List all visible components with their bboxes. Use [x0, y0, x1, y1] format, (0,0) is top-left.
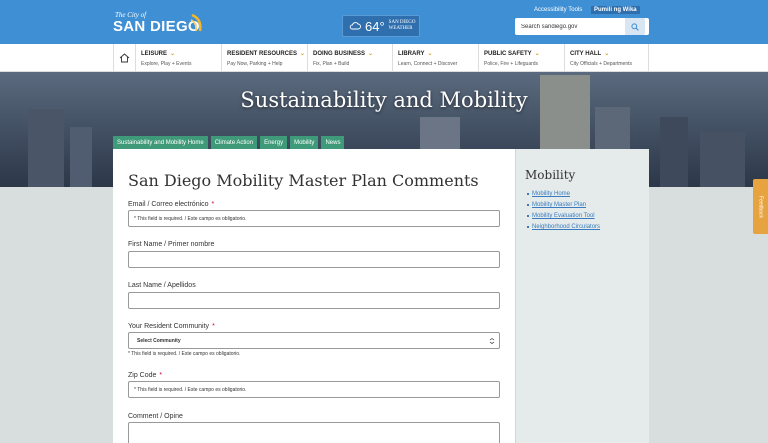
language-select[interactable]: Pumili ng Wika [591, 6, 640, 14]
sidebar: Mobility Mobility Home Mobility Master P… [515, 149, 649, 443]
search-button[interactable] [625, 18, 645, 35]
nav-item-resident-resources[interactable]: RESIDENT RESOURCES ⌄ Pay Now, Parking + H… [222, 44, 308, 72]
home-icon [119, 53, 130, 63]
search-icon [631, 22, 639, 31]
search-input[interactable] [515, 19, 625, 34]
home-button[interactable] [113, 44, 136, 72]
tab-energy[interactable]: Energy [260, 136, 288, 149]
community-label-text: Your Resident Community [128, 323, 210, 330]
logo-big-text: SAN DIEGO [113, 18, 200, 35]
hero-title: Sustainability and Mobility [240, 88, 528, 112]
required-marker: * [159, 372, 163, 379]
sidebar-link-neighborhood-circulators[interactable]: Neighborhood Circulators [527, 224, 600, 230]
nav-item-subtitle: Police, Fire + Lifeguards [484, 61, 539, 67]
community-label: Your Resident Community * [128, 323, 215, 330]
last-name-label: Last Name / Apellidos [128, 282, 196, 289]
search-box [515, 18, 649, 35]
email-field[interactable]: * This field is required. / Este campo e… [128, 210, 500, 227]
community-select-value: Select Community [137, 337, 181, 344]
tab-mobility[interactable]: Mobility [290, 136, 319, 149]
skyline-building [700, 132, 745, 187]
zip-field[interactable]: * This field is required. / Este campo e… [128, 381, 500, 398]
email-label: Email / Correo electrónico * [128, 201, 214, 208]
nav-item-title: PUBLIC SAFETY [484, 50, 532, 57]
sidebar-links: Mobility Home Mobility Master Plan Mobil… [527, 191, 600, 235]
skyline-building [660, 117, 688, 187]
sidebar-link-mobility-home[interactable]: Mobility Home [527, 191, 600, 197]
cloud-icon [349, 22, 361, 30]
nav-item-title: LIBRARY [398, 50, 425, 57]
site-header: The City of SAN DIEGO 64° San Diego Weat… [0, 0, 768, 44]
tab-sustainability-home[interactable]: Sustainability and Mobility Home [113, 136, 208, 149]
nav-item-subtitle: Learn, Connect + Discover [398, 61, 458, 67]
required-marker: * [211, 201, 215, 208]
comment-textarea[interactable] [128, 422, 500, 443]
nav-item-subtitle: Pay Now, Parking + Help [227, 61, 283, 67]
sidebar-link-mobility-evaluation-tool[interactable]: Mobility Evaluation Tool [527, 213, 600, 219]
chevron-down-icon: ⌄ [427, 51, 433, 57]
nav-item-title: CITY HALL [570, 50, 602, 57]
nav-item-leisure[interactable]: LEISURE ⌄ Explore, Play + Events [136, 44, 222, 72]
nav-item-public-safety[interactable]: PUBLIC SAFETY ⌄ Police, Fire + Lifeguards [479, 44, 565, 72]
form-card: San Diego Mobility Master Plan Comments … [113, 149, 515, 443]
weather-temp: 64° [365, 18, 385, 34]
sun-logo-icon [190, 13, 202, 32]
required-marker: * [212, 323, 215, 330]
chevron-down-icon: ⌄ [604, 51, 610, 57]
tab-news[interactable]: News [321, 136, 345, 149]
comment-label: Comment / Opine [128, 413, 183, 420]
weather-loc-line2: Weather [388, 26, 413, 31]
nav-item-library[interactable]: LIBRARY ⌄ Learn, Connect + Discover [393, 44, 479, 72]
nav-item-title: RESIDENT RESOURCES [227, 50, 298, 57]
community-select[interactable]: Select Community [128, 332, 500, 349]
community-error: * This field is required. / Este campo e… [128, 351, 241, 357]
weather-loc-line1: San Diego [388, 20, 416, 25]
feedback-tab[interactable]: Feedback [753, 179, 768, 234]
page-title: San Diego Mobility Master Plan Comments [128, 171, 479, 190]
sidebar-title: Mobility [525, 168, 576, 182]
nav-item-doing-business[interactable]: DOING BUSINESS ⌄ Fix, Plan + Build [308, 44, 393, 72]
nav-item-subtitle: Explore, Play + Events [141, 61, 192, 67]
tab-climate-action[interactable]: Climate Action [210, 136, 258, 149]
nav-item-title: DOING BUSINESS [313, 50, 366, 57]
main-nav: LEISURE ⌄ Explore, Play + Events RESIDENT… [0, 44, 768, 72]
nav-item-city-hall[interactable]: CITY HALL ⌄ City Officials + Departments [565, 44, 649, 72]
accessibility-tools-link[interactable]: Accessibility Tools [534, 7, 582, 13]
email-error: * This field is required. / Este campo e… [134, 215, 247, 222]
skyline-building [70, 127, 92, 187]
nav-item-subtitle: Fix, Plan + Build [313, 61, 350, 67]
skyline-building [28, 109, 64, 187]
city-logo[interactable]: The City of SAN DIEGO [113, 11, 200, 35]
zip-error: * This field is required. / Este campo e… [134, 386, 247, 393]
chevron-down-icon: ⌄ [170, 51, 176, 57]
first-name-label: First Name / Primer nombre [128, 241, 215, 248]
last-name-field[interactable] [128, 292, 500, 309]
sidebar-link-mobility-master-plan[interactable]: Mobility Master Plan [527, 202, 600, 208]
chevron-down-icon: ⌄ [368, 51, 374, 57]
section-tabs: Sustainability and Mobility Home Climate… [113, 136, 347, 149]
weather-location: San Diego Weather [389, 20, 416, 32]
zip-label: Zip Code * [128, 372, 162, 379]
email-label-text: Email / Correo electrónico [128, 201, 209, 208]
nav-item-title: LEISURE [141, 50, 168, 57]
chevron-down-icon: ⌄ [534, 51, 540, 57]
nav-item-subtitle: City Officials + Departments [570, 61, 633, 67]
zip-label-text: Zip Code [128, 372, 157, 379]
first-name-field[interactable] [128, 251, 500, 268]
chevron-updown-icon [489, 337, 495, 344]
weather-widget[interactable]: 64° San Diego Weather [342, 15, 420, 37]
chevron-down-icon: ⌄ [300, 51, 306, 57]
